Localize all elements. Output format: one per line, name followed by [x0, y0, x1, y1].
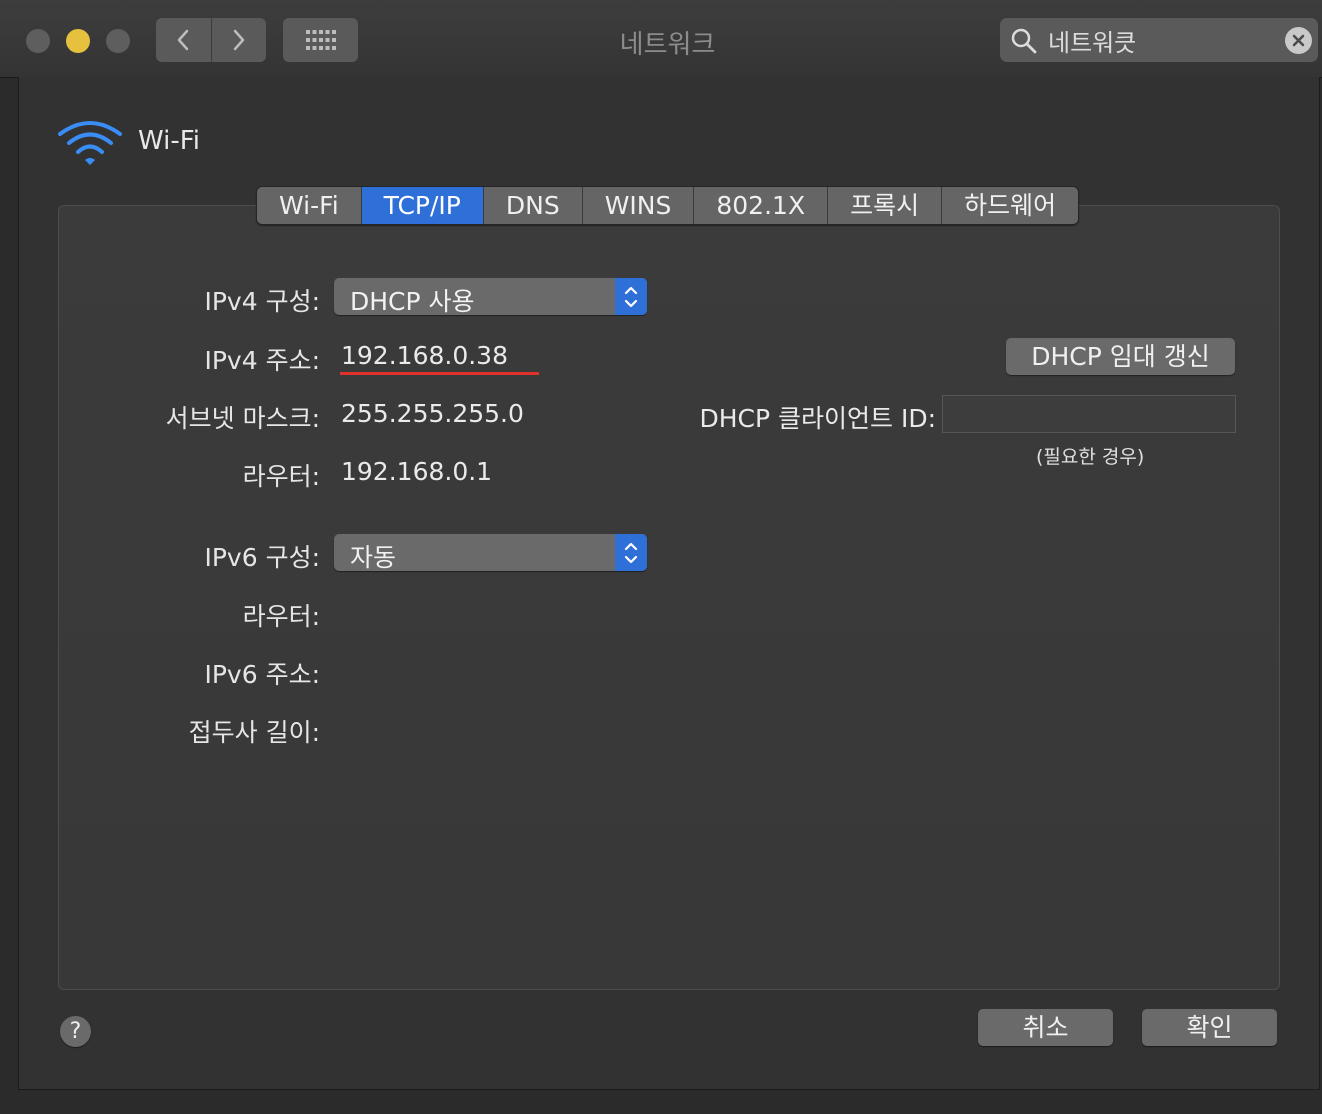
chevron-right-icon: [233, 29, 244, 51]
tab-wifi[interactable]: Wi-Fi: [257, 187, 362, 224]
highlight-underline: [340, 372, 539, 375]
ipv4-router-label: 라우터:: [242, 462, 320, 491]
subnet-mask-value: 255.255.255.0: [341, 399, 524, 428]
wifi-icon: [58, 121, 122, 165]
search-input[interactable]: [1046, 22, 1270, 58]
subnet-mask-label: 서브넷 마스크:: [165, 404, 320, 433]
ok-button[interactable]: 확인: [1142, 1009, 1277, 1046]
ipv4-address-label: IPv4 주소:: [204, 346, 320, 375]
prefix-length-label: 접두사 길이:: [188, 718, 320, 747]
chevron-left-icon: [178, 29, 189, 51]
ipv6-config-value: 자동: [350, 543, 397, 572]
grid-icon: [305, 30, 336, 50]
dhcp-client-id-hint: (필요한 경우): [1036, 446, 1145, 468]
search-field[interactable]: [1000, 18, 1318, 62]
minimize-window-button[interactable]: [66, 29, 90, 53]
close-icon: [1292, 34, 1305, 47]
ipv6-config-popup[interactable]: 자동: [334, 534, 647, 572]
tab-dns[interactable]: DNS: [483, 187, 583, 224]
chevron-updown-icon: [624, 286, 638, 307]
forward-button[interactable]: [210, 18, 267, 62]
dhcp-client-id-field[interactable]: [942, 395, 1236, 433]
tab-hardware[interactable]: 하드웨어: [942, 187, 1079, 224]
ipv4-config-label: IPv4 구성:: [204, 287, 320, 316]
zoom-window-button[interactable]: [106, 29, 130, 53]
close-window-button[interactable]: [26, 29, 50, 53]
ipv4-address-value: 192.168.0.38: [341, 341, 508, 370]
dhcp-client-id-label: DHCP 클라이언트 ID:: [699, 404, 936, 433]
ipv6-address-label: IPv6 주소:: [204, 660, 320, 689]
tab-proxy[interactable]: 프록시: [828, 187, 943, 224]
clear-search-button[interactable]: [1285, 27, 1312, 54]
renew-dhcp-lease-button[interactable]: DHCP 임대 갱신: [1006, 338, 1235, 375]
ipv4-config-value: DHCP 사용: [350, 287, 475, 316]
ipv6-router-label: 라우터:: [242, 602, 320, 631]
service-name: Wi-Fi: [138, 126, 201, 156]
tab-8021x[interactable]: 802.1X: [694, 187, 829, 224]
window-title: 네트워크: [619, 30, 716, 60]
tab-tcpip[interactable]: TCP/IP: [361, 187, 484, 224]
popup-stepper: [615, 278, 647, 315]
title-bar: 네트워크: [0, 0, 1322, 78]
cancel-button[interactable]: 취소: [978, 1009, 1113, 1046]
ipv4-router-value: 192.168.0.1: [341, 457, 493, 486]
show-all-button[interactable]: [283, 18, 358, 62]
tab-bar: Wi-Fi TCP/IP DNS WINS 802.1X 프록시 하드웨어: [256, 186, 1080, 225]
ipv6-config-label: IPv6 구성:: [204, 543, 320, 572]
search-icon: [1011, 28, 1037, 54]
tab-wins[interactable]: WINS: [582, 187, 695, 224]
popup-stepper: [615, 534, 647, 571]
chevron-updown-icon: [624, 542, 638, 563]
ipv4-config-popup[interactable]: DHCP 사용: [334, 278, 647, 316]
back-button[interactable]: [156, 18, 211, 62]
help-button[interactable]: ?: [60, 1016, 91, 1047]
navigation-buttons: [156, 18, 266, 62]
